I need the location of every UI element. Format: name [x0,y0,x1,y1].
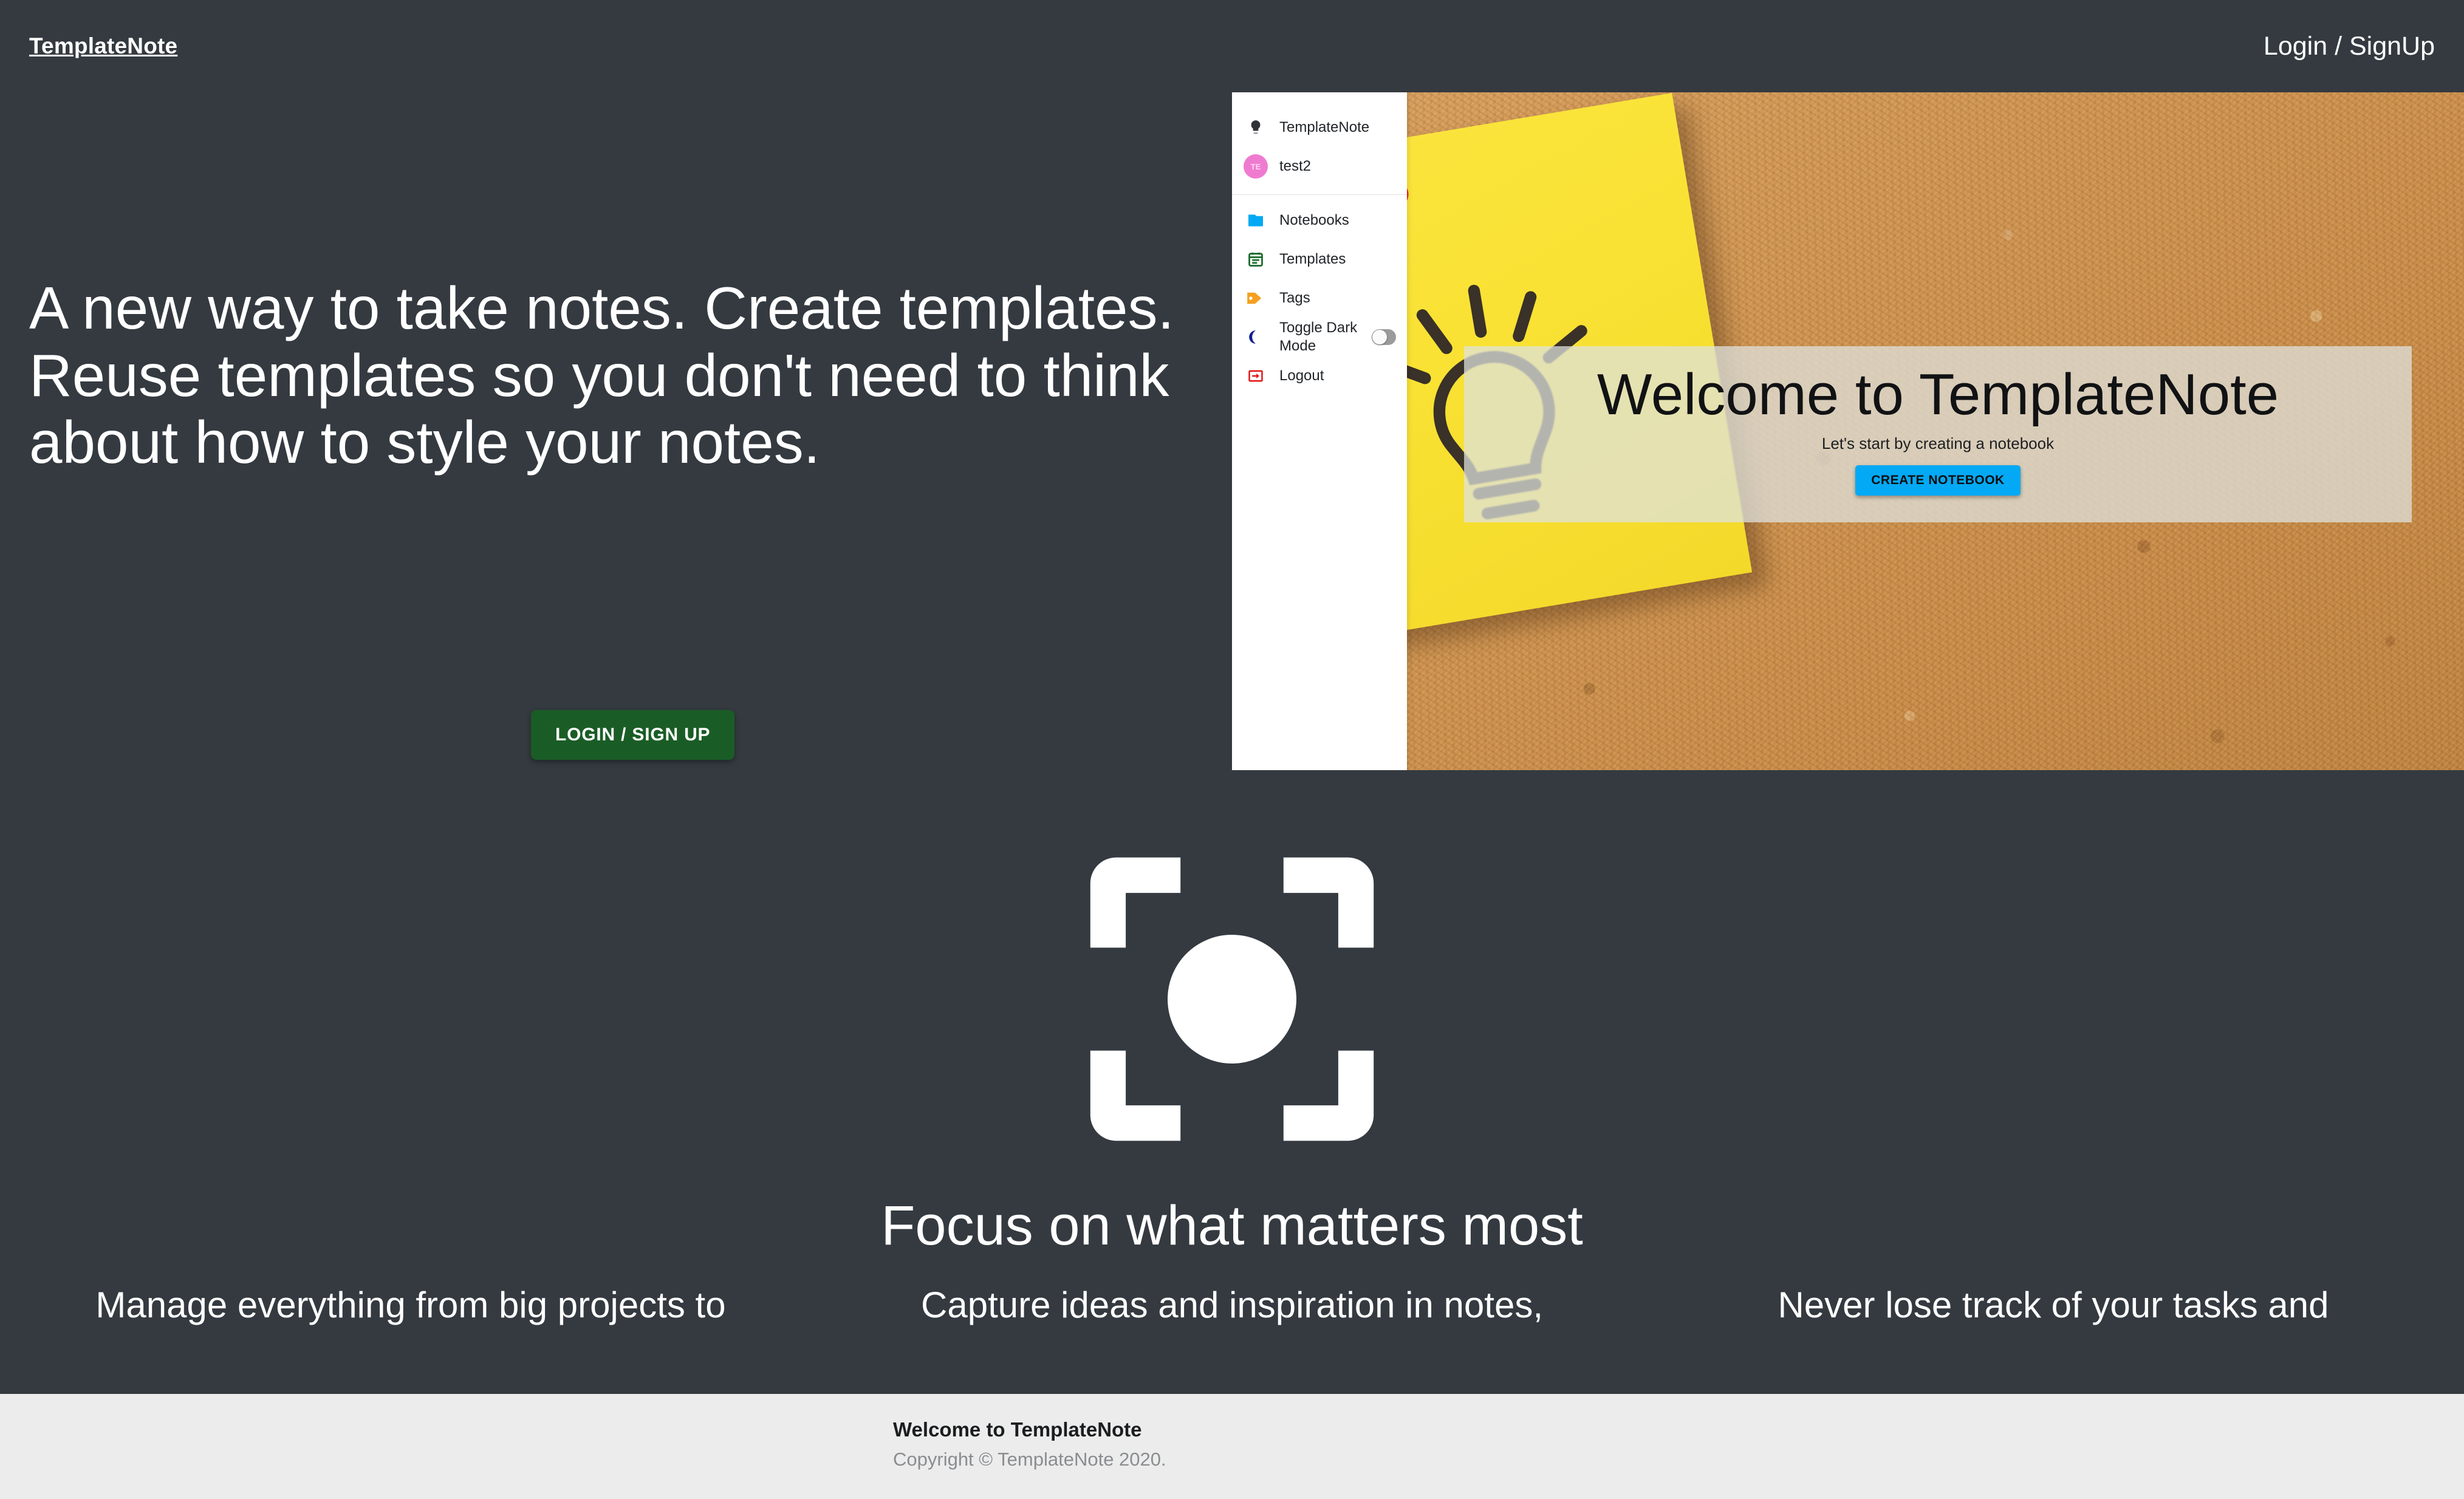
hero-headline: A new way to take notes. Create template… [29,275,1174,476]
app-preview-screenshot: Welcome to TemplateNote Let's start by c… [1232,92,2464,770]
welcome-overlay-panel: Welcome to TemplateNote Let's start by c… [1464,346,2412,522]
feature-column: Never lose track of your tasks and [1643,1282,2464,1329]
hero-cta-wrap: LOGIN / SIGN UP [531,710,735,760]
login-signup-link[interactable]: Login / SignUp [2264,32,2435,61]
top-navbar: TemplateNote Login / SignUp [0,0,2464,92]
sidebar-item-label: Logout [1279,367,1324,384]
page-footer: Welcome to TemplateNote Copyright © Temp… [0,1394,2464,1499]
features-columns: Manage everything from big projects to C… [0,1282,2464,1329]
dark-mode-toggle[interactable] [1372,329,1396,345]
welcome-title: Welcome to TemplateNote [1596,362,2279,427]
tag-icon [1243,290,1268,306]
brand-logo[interactable]: TemplateNote [29,33,177,59]
sidebar-item-label: Templates [1279,251,1346,267]
login-signup-button[interactable]: LOGIN / SIGN UP [531,710,735,760]
sidebar-item-templates[interactable]: Templates [1232,240,1407,279]
logout-icon [1243,367,1268,384]
center-focus-icon [1090,857,1374,1141]
sidebar-divider [1232,194,1407,195]
avatar-initials: TE [1244,154,1268,179]
sidebar-item-logout[interactable]: Logout [1232,357,1407,395]
notebook-folder-icon [1243,213,1268,228]
sidebar-item-label: Tags [1279,290,1310,306]
hero-section: A new way to take notes. Create template… [0,92,2464,770]
sidebar-item-user[interactable]: TE test2 [1232,147,1407,186]
sidebar-item-label: TemplateNote [1279,119,1370,135]
features-section: Focus on what matters most Manage everyt… [0,838,2464,1329]
feature-column: Manage everything from big projects to [0,1282,821,1329]
sidebar-item-label: test2 [1279,158,1312,174]
calendar-template-icon [1243,251,1268,268]
footer-copyright: Copyright © TemplateNote 2020. [893,1449,1166,1470]
feature-text: Capture ideas and inspiration in notes, [921,1285,1543,1325]
features-heading: Focus on what matters most [881,1195,1583,1257]
feature-text: Manage everything from big projects to [95,1285,726,1325]
sidebar-item-label: Notebooks [1279,212,1349,228]
sidebar-item-templatenote[interactable]: TemplateNote [1232,108,1407,147]
app-sidebar: TemplateNote TE test2 Notebooks Template… [1232,92,1407,770]
welcome-subtitle: Let's start by creating a notebook [1821,434,2055,452]
create-notebook-button[interactable]: CREATE NOTEBOOK [1855,465,2021,496]
hero-copy-block: A new way to take notes. Create template… [29,275,1183,476]
moon-icon [1243,329,1268,346]
lightbulb-icon [1243,118,1268,137]
sidebar-item-notebooks[interactable]: Notebooks [1232,201,1407,240]
feature-text: Never lose track of your tasks and [1778,1285,2329,1325]
avatar: TE [1243,154,1268,179]
sidebar-item-tags[interactable]: Tags [1232,279,1407,318]
sidebar-item-label: Toggle Dark Mode [1279,319,1358,354]
footer-title: Welcome to TemplateNote [893,1418,1142,1441]
focus-icon-wrap [0,838,2464,1160]
navbar-right-group: Login / SignUp [2264,32,2435,61]
feature-column: Capture ideas and inspiration in notes, [821,1282,1643,1329]
sidebar-item-toggle-dark-mode[interactable]: Toggle Dark Mode [1232,318,1407,357]
